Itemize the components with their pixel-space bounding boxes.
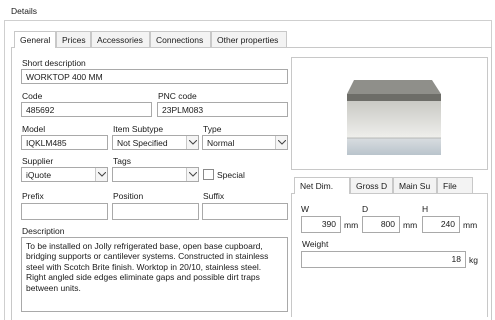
tab-prices[interactable]: Prices (56, 31, 91, 47)
suffix-input[interactable] (202, 203, 288, 220)
width-label: W (301, 204, 310, 214)
chevron-down-icon[interactable] (275, 136, 287, 149)
tab-label: Connections (156, 35, 204, 45)
tab-label: Other properties (217, 35, 279, 45)
depth-label: D (362, 204, 369, 214)
tab-other-properties[interactable]: Other properties (211, 31, 287, 47)
tab-net-dim[interactable]: Net Dim. (294, 177, 350, 194)
item-subtype-value: Not Specified (117, 138, 168, 148)
item-subtype-select[interactable]: Not Specified (112, 135, 199, 150)
prefix-label: Prefix (22, 191, 44, 201)
width-input[interactable]: 390 (301, 216, 341, 233)
tags-label: Tags (113, 156, 131, 166)
supplier-value: iQuote (26, 170, 52, 180)
panel-title: Details (11, 6, 37, 16)
type-label: Type (203, 124, 222, 134)
weight-label: Weight (302, 239, 329, 249)
description-line: steel with Scotch Brite finish. Worktop … (26, 261, 262, 272)
chevron-down-icon[interactable] (95, 168, 107, 181)
tab-label: Main Su (399, 181, 431, 191)
model-input[interactable]: IQKLM485 (21, 135, 108, 150)
type-value: Normal (207, 138, 235, 148)
depth-unit: mm (403, 220, 418, 230)
worktop-image (347, 80, 441, 155)
tab-label: Net Dim. (300, 181, 334, 191)
suffix-label: Suffix (203, 191, 225, 201)
tab-label: General (20, 35, 51, 45)
tab-label: File (443, 181, 457, 191)
position-label: Position (113, 191, 144, 201)
tab-main-su[interactable]: Main Su (393, 177, 437, 193)
tab-general[interactable]: General (14, 31, 56, 48)
tab-label: Accessories (97, 35, 143, 45)
prefix-input[interactable] (21, 203, 108, 220)
type-select[interactable]: Normal (202, 135, 288, 150)
depth-input[interactable]: 800 (362, 216, 400, 233)
pnc-code-input[interactable]: 23PLM083 (157, 102, 288, 117)
height-label: H (422, 204, 429, 214)
chevron-down-icon[interactable] (186, 168, 198, 181)
tab-file[interactable]: File (437, 177, 473, 193)
special-checkbox[interactable] (203, 169, 214, 180)
weight-unit: kg (469, 255, 478, 265)
height-input[interactable]: 240 (422, 216, 460, 233)
short-description-label: Short description (22, 58, 86, 68)
weight-input[interactable]: 18 (301, 251, 466, 268)
description-line: bridging supports or cantilever systems.… (26, 251, 269, 262)
code-input[interactable]: 485692 (21, 102, 152, 117)
model-label: Model (22, 124, 46, 134)
code-label: Code (22, 91, 43, 101)
description-line: Right angled side edges eliminate gaps a… (26, 272, 260, 283)
tab-label: Prices (62, 35, 86, 45)
tab-gross-dim[interactable]: Gross D (350, 177, 393, 193)
description-line: between units. (26, 282, 81, 293)
description-textarea[interactable]: To be installed on Jolly refrigerated ba… (21, 237, 288, 312)
supplier-label: Supplier (22, 156, 54, 166)
tags-select[interactable] (112, 167, 199, 182)
product-image-box (291, 57, 488, 170)
supplier-select[interactable]: iQuote (21, 167, 108, 182)
width-unit: mm (344, 220, 359, 230)
item-subtype-label: Item Subtype (113, 124, 164, 134)
tab-label: Gross D (356, 181, 388, 191)
tab-accessories[interactable]: Accessories (91, 31, 150, 47)
special-label: Special (217, 170, 245, 180)
position-input[interactable] (112, 203, 199, 220)
description-line: To be installed on Jolly refrigerated ba… (26, 241, 263, 251)
height-unit: mm (463, 220, 478, 230)
pnc-code-label: PNC code (158, 91, 197, 101)
description-label: Description (22, 226, 65, 236)
chevron-down-icon[interactable] (186, 136, 198, 149)
short-description-input[interactable]: WORKTOP 400 MM (21, 69, 288, 84)
tab-connections[interactable]: Connections (150, 31, 211, 47)
